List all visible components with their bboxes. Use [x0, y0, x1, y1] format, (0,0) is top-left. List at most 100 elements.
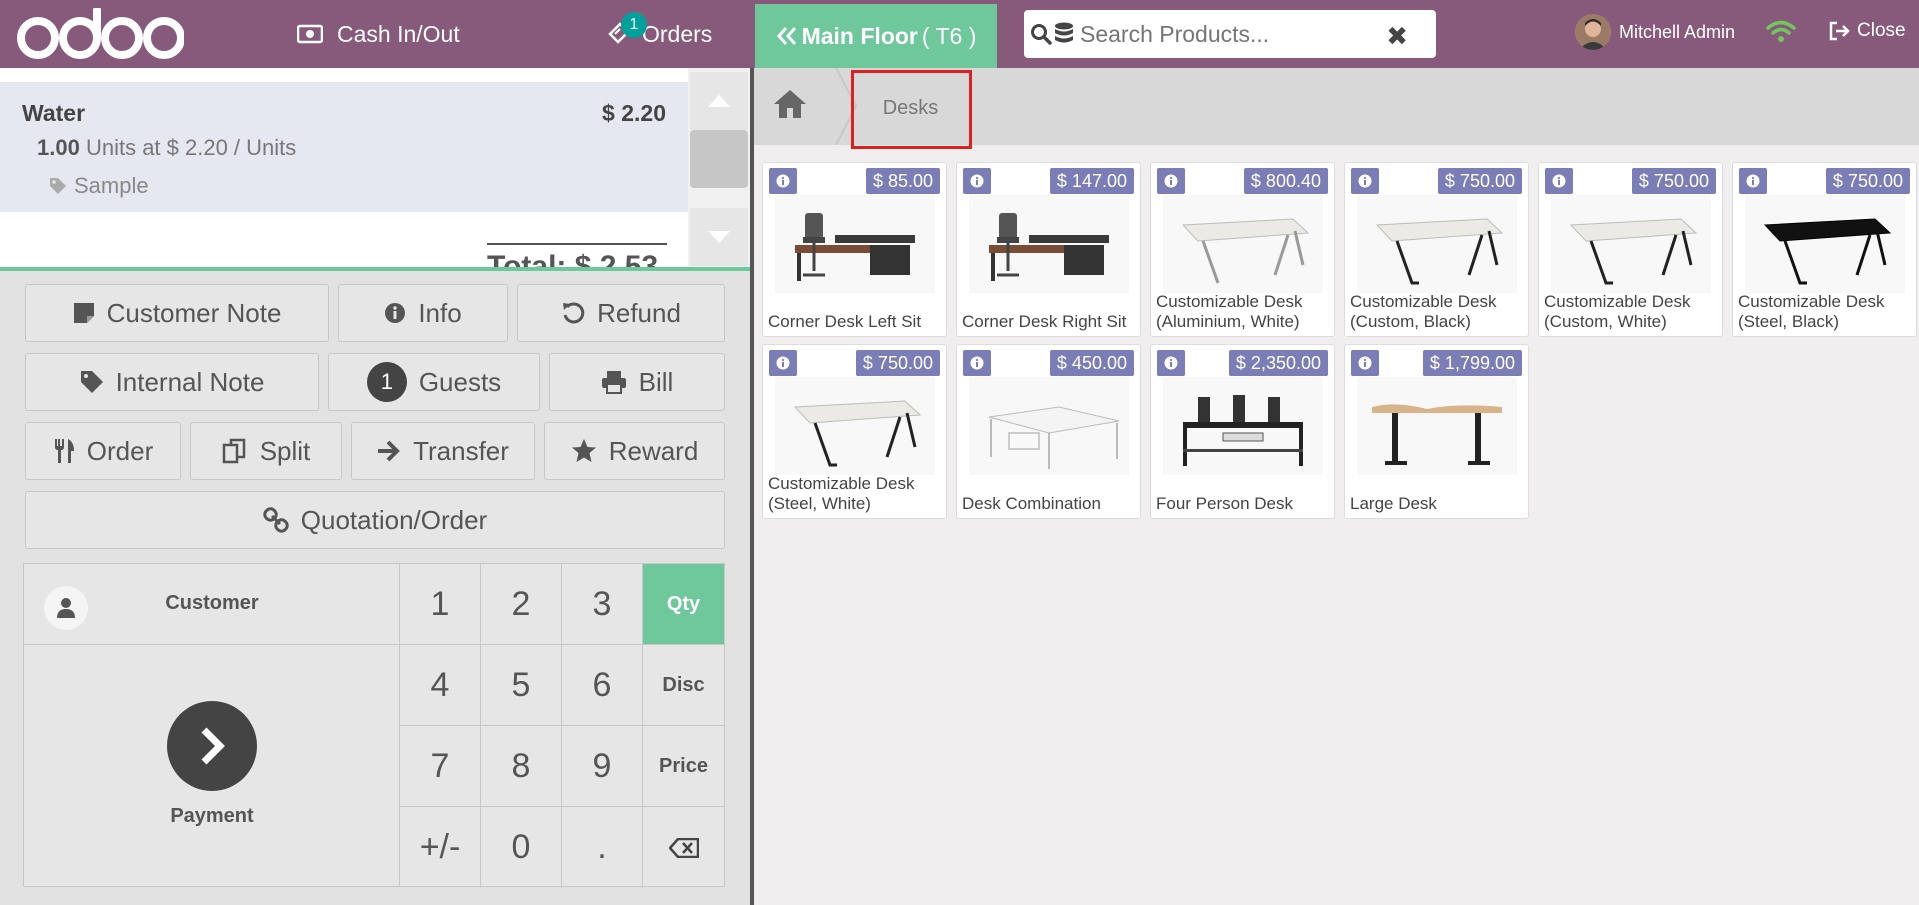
cash-in-out-button[interactable]: Cash In/Out [297, 0, 460, 68]
scroll-down-button[interactable] [690, 208, 748, 266]
product-card[interactable]: $ 450.00 Desk Combination [956, 344, 1141, 519]
order-line-note: Sample [48, 173, 149, 199]
info-icon[interactable] [1739, 168, 1767, 194]
highlight-box [851, 70, 972, 149]
product-card[interactable]: $ 750.00 Customizable Desk (Steel, White) [762, 344, 947, 519]
order-line-qty: 1.00 Units at $ 2.20 / Units [37, 135, 297, 160]
numpad-key-dot[interactable]: . [562, 807, 643, 888]
wifi-icon [1766, 20, 1796, 42]
clear-search-icon[interactable]: ✖ [1386, 21, 1408, 52]
product-card[interactable]: $ 800.40 Customizable Desk (Aluminium, Wh… [1150, 162, 1335, 337]
product-name: Four Person Desk [1156, 494, 1293, 513]
info-icon[interactable] [769, 168, 797, 194]
product-card[interactable]: $ 750.00 Customizable Desk (Custom, Black… [1344, 162, 1529, 337]
info-icon[interactable] [1351, 350, 1379, 376]
numpad-key-7[interactable]: 7 [400, 726, 481, 807]
user-menu[interactable]: Mitchell Admin [1575, 14, 1735, 50]
numpad-key-1[interactable]: 1 [400, 564, 481, 645]
info-icon[interactable] [769, 350, 797, 376]
sign-out-icon [1829, 21, 1850, 41]
product-image [1357, 195, 1517, 293]
order-panel: Water $ 2.20 1.00 Units at $ 2.20 / Unit… [0, 68, 750, 905]
bill-button[interactable]: Bill [549, 353, 725, 411]
search-input[interactable] [1080, 20, 1380, 48]
numpad-key-8[interactable]: 8 [481, 726, 562, 807]
payment-button[interactable]: Payment [24, 645, 400, 887]
transfer-button[interactable]: Transfer [351, 422, 535, 480]
order-scrollbar[interactable] [688, 68, 750, 267]
product-image [1551, 195, 1711, 293]
refund-button[interactable]: Refund [517, 284, 725, 342]
product-name: Customizable Desk (Custom, Black) [1350, 292, 1497, 331]
reward-button[interactable]: Reward [544, 422, 725, 480]
top-navbar: Cash In/Out 1 Orders Main Floor ( T6 ) ✖ [0, 0, 1919, 68]
numpad-key-5[interactable]: 5 [481, 645, 562, 726]
user-name: Mitchell Admin [1619, 21, 1736, 42]
price-mode-button[interactable]: Price [643, 726, 724, 807]
product-card[interactable]: $ 1,799.00 Large Desk [1344, 344, 1529, 519]
product-name: Desk Combination [962, 494, 1101, 513]
internal-note-button[interactable]: Internal Note [25, 353, 319, 411]
order-line[interactable]: Water $ 2.20 1.00 Units at $ 2.20 / Unit… [0, 82, 688, 212]
product-card[interactable]: $ 750.00 Customizable Desk (Steel, Black) [1732, 162, 1917, 337]
product-name: Customizable Desk (Aluminium, White) [1156, 292, 1303, 331]
quotation-order-button[interactable]: Quotation/Order [25, 491, 725, 549]
product-name: Corner Desk Right Sit [962, 312, 1127, 331]
numpad-key-0[interactable]: 0 [481, 807, 562, 888]
numpad-key-2[interactable]: 2 [481, 564, 562, 645]
product-price: $ 450.00 [1049, 350, 1134, 376]
table-label: ( T6 ) [921, 22, 977, 49]
close-button[interactable]: Close [1829, 20, 1906, 42]
backspace-button[interactable] [643, 807, 724, 888]
main-floor-button[interactable]: Main Floor ( T6 ) [755, 4, 997, 68]
numpad-key-3[interactable]: 3 [562, 564, 643, 645]
info-icon[interactable] [1157, 350, 1185, 376]
product-card[interactable]: $ 147.00 Corner Desk Right Sit [956, 162, 1141, 337]
disc-mode-button[interactable]: Disc [643, 645, 724, 726]
info-icon[interactable] [1157, 168, 1185, 194]
breadcrumb: Desks [754, 68, 1919, 149]
customer-button[interactable]: Customer [24, 564, 400, 645]
numpad-key-4[interactable]: 4 [400, 645, 481, 726]
products-panel: Desks $ 85.00 Corner Desk Left Sit $ 147.0… [754, 68, 1919, 905]
user-avatar [1575, 14, 1611, 50]
product-image [775, 195, 935, 293]
info-circle-icon [385, 303, 406, 323]
numpad-key-plus-minus[interactable]: +/- [400, 807, 481, 888]
product-name: Customizable Desk (Steel, Black) [1738, 292, 1885, 331]
numpad-key-9[interactable]: 9 [562, 726, 643, 807]
split-button[interactable]: Split [190, 422, 342, 480]
caret-up-icon [708, 95, 730, 107]
scroll-thumb[interactable] [690, 130, 748, 188]
numpad-key-6[interactable]: 6 [562, 645, 643, 726]
info-button[interactable]: Info [338, 284, 508, 342]
cutlery-icon [54, 439, 74, 463]
product-price: $ 2,350.00 [1228, 350, 1328, 376]
guests-button[interactable]: 1 Guests [328, 353, 540, 411]
undo-icon [563, 302, 585, 324]
product-name: Corner Desk Left Sit [768, 312, 922, 331]
product-image [1163, 195, 1323, 293]
info-icon[interactable] [963, 168, 991, 194]
print-icon [601, 371, 626, 394]
numpad: Customer Payment 1 2 3 Qty 4 5 6 Disc 7 … [23, 563, 725, 888]
cash-in-out-label: Cash In/Out [337, 20, 460, 47]
info-icon[interactable] [1351, 168, 1379, 194]
info-icon[interactable] [1545, 168, 1573, 194]
product-card[interactable]: $ 2,350.00 Four Person Desk [1150, 344, 1335, 519]
scroll-up-button[interactable] [690, 72, 748, 130]
order-lines-area[interactable]: Water $ 2.20 1.00 Units at $ 2.20 / Unit… [0, 68, 688, 267]
product-card[interactable]: $ 85.00 Corner Desk Left Sit [762, 162, 947, 337]
home-icon[interactable] [772, 88, 808, 125]
product-card[interactable]: $ 750.00 Customizable Desk (Custom, White… [1538, 162, 1723, 337]
info-icon[interactable] [963, 350, 991, 376]
order-button[interactable]: Order [25, 422, 181, 480]
backspace-icon [668, 837, 699, 858]
product-image [1163, 377, 1323, 475]
customer-note-button[interactable]: Customer Note [25, 284, 329, 342]
product-image [1357, 377, 1517, 475]
qty-mode-button[interactable]: Qty [643, 564, 724, 645]
orders-button[interactable]: 1 Orders [606, 0, 712, 68]
orders-count-badge: 1 [621, 12, 647, 38]
product-image [969, 195, 1129, 293]
